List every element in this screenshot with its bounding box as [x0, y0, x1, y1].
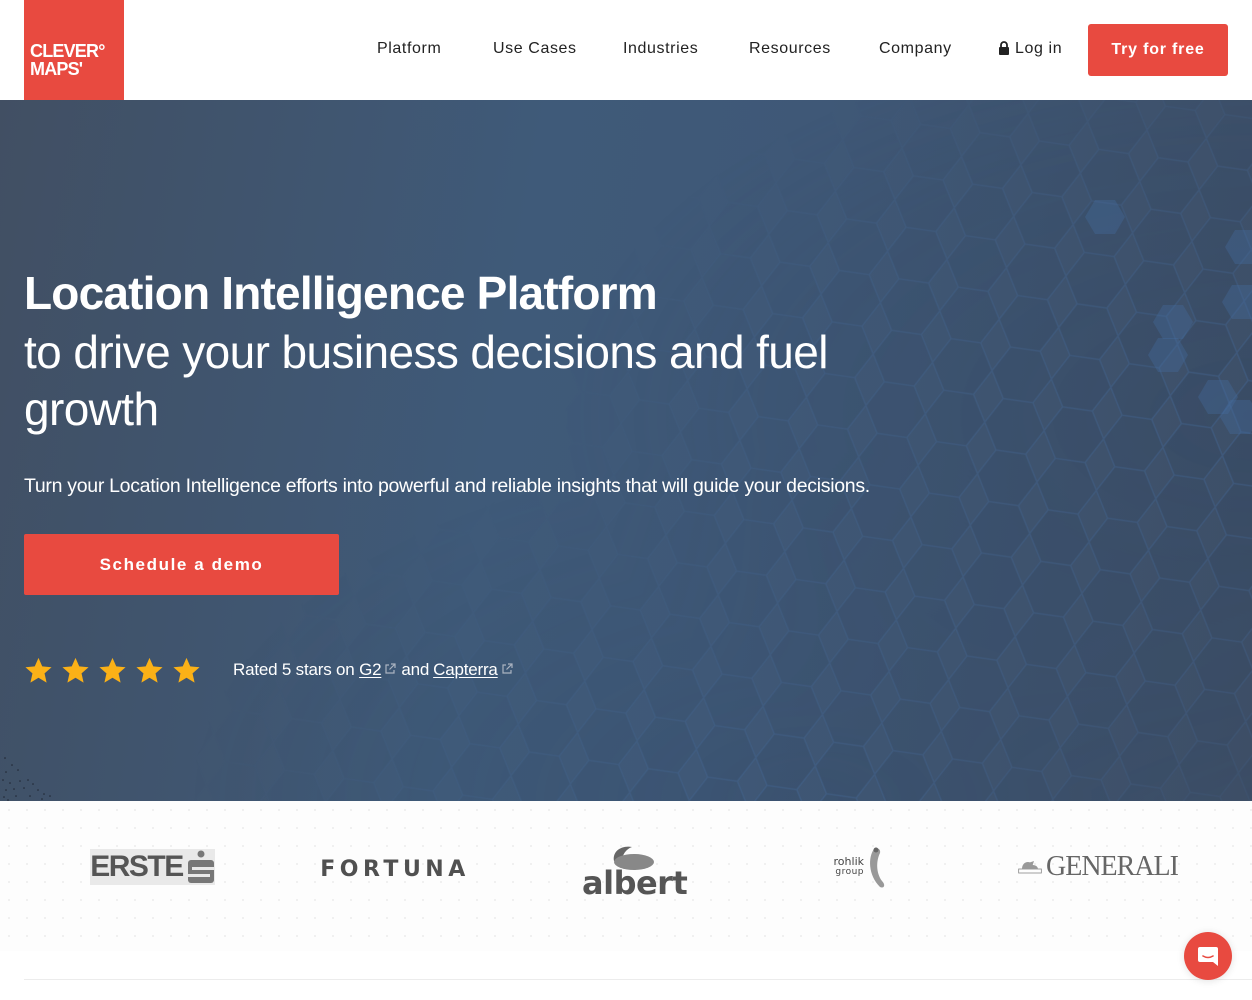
capterra-link[interactable]: Capterra [433, 660, 498, 680]
star-icon [173, 657, 200, 683]
erste-wordmark: ERSTE [90, 850, 184, 883]
external-link-icon [502, 663, 513, 674]
hero-section: Location Intelligence Platform to drive … [0, 100, 1252, 801]
rohlik-croissant-icon [870, 847, 885, 888]
star-icon [25, 657, 52, 683]
rohlik-line-1: rohlik [833, 855, 864, 868]
nav-item-industries[interactable]: Industries [623, 38, 698, 60]
chat-icon [1198, 947, 1218, 966]
rating-conjunction: and [401, 660, 430, 679]
login-link[interactable]: Log in [998, 38, 1062, 60]
external-link-icon [385, 663, 396, 674]
rating-row: Rated 5 stars on G2 and Capterra [24, 652, 518, 688]
rohlik-wordmark: rohlik group [828, 855, 864, 877]
erste-s-icon [187, 850, 214, 883]
star-rating [24, 656, 201, 685]
site-header: CLEVER° MAPS' Platform Use Cases Industr… [0, 0, 1252, 100]
rating-prefix: Rated 5 stars on [233, 660, 355, 679]
client-logo-rohlik: rohlik group [828, 845, 898, 891]
client-logo-albert: albert [580, 843, 688, 899]
client-logo-fortuna: FORTUNA [320, 855, 465, 883]
hero-subtitle: to drive your business decisions and fue… [24, 326, 828, 435]
star-icon [136, 657, 163, 683]
hero-title: Location Intelligence Platform [24, 267, 658, 319]
main-nav: Platform Use Cases Industries Resources … [0, 0, 1252, 100]
nav-item-platform[interactable]: Platform [377, 38, 441, 60]
client-logo-generali: GENERALI [1018, 851, 1179, 883]
rating-text: Rated 5 stars on G2 and Capterra [233, 660, 518, 680]
hero-description: Turn your Location Intelligence efforts … [24, 475, 870, 497]
g2-link[interactable]: G2 [359, 660, 381, 680]
client-logos: ERSTE FORTUNA albert rohlik group GENERA… [0, 801, 1252, 951]
generali-wordmark: GENERALI [1046, 851, 1179, 882]
hexagon-pattern-background [0, 100, 1252, 801]
nav-item-use-cases[interactable]: Use Cases [493, 38, 577, 60]
section-divider [24, 979, 1252, 980]
chat-launcher-button[interactable] [1184, 932, 1232, 980]
albert-wordmark: albert [582, 864, 688, 902]
star-icon [62, 657, 89, 683]
try-for-free-button[interactable]: Try for free [1088, 24, 1228, 76]
generali-lion-icon [1018, 860, 1042, 874]
lock-icon [999, 41, 1009, 55]
nav-item-company[interactable]: Company [879, 38, 952, 60]
fortuna-wordmark: FORTUNA [320, 856, 470, 882]
nav-item-resources[interactable]: Resources [749, 38, 831, 60]
rohlik-line-2: group [835, 867, 864, 877]
login-label: Log in [1015, 40, 1063, 57]
client-logo-erste: ERSTE [90, 849, 215, 885]
schedule-demo-button[interactable]: Schedule a demo [24, 534, 339, 595]
star-icon [99, 657, 126, 683]
